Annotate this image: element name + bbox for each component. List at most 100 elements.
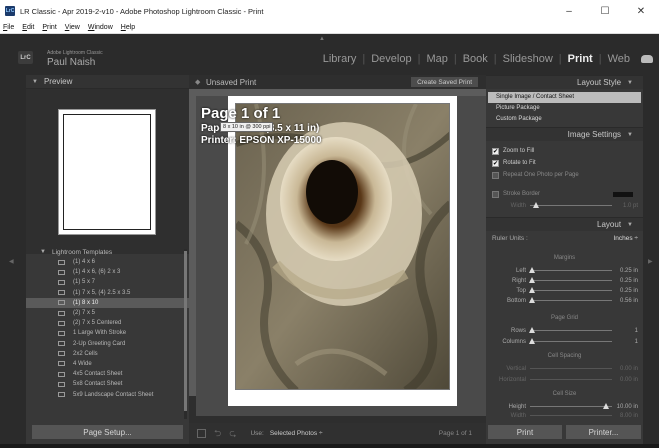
- slider-knob[interactable]: [528, 338, 535, 344]
- menu-view[interactable]: View: [65, 24, 80, 31]
- module-print[interactable]: Print: [562, 53, 599, 65]
- slider-knob[interactable]: [528, 327, 535, 333]
- stroke-border-checkbox[interactable]: Stroke Border: [492, 189, 540, 199]
- margin-right-slider[interactable]: Right 0.25 in: [492, 276, 638, 285]
- margin-left-slider[interactable]: Left 0.25 in: [492, 266, 638, 275]
- cell-height-slider[interactable]: Height 10.00 in: [492, 402, 638, 411]
- maximize-button[interactable]: ☐: [587, 0, 623, 22]
- menu-help[interactable]: Help: [121, 24, 135, 31]
- template-item[interactable]: 4x5 Contact Sheet: [26, 369, 189, 379]
- page-setup-button[interactable]: Page Setup...: [32, 425, 183, 439]
- slider-knob[interactable]: [603, 403, 610, 409]
- left-panel-toggle-strip[interactable]: ◀: [0, 75, 26, 444]
- stroke-color-swatch[interactable]: [613, 192, 633, 197]
- template-label: 1 Large With Stroke: [73, 330, 127, 337]
- template-item[interactable]: (1) 4 x 6: [26, 257, 189, 267]
- minimize-button[interactable]: –: [551, 0, 587, 22]
- menu-file[interactable]: File: [3, 24, 14, 31]
- collapse-left-panel-icon[interactable]: ◀: [9, 258, 14, 265]
- collapse-right-panel-icon[interactable]: ▶: [648, 258, 653, 265]
- slider-track[interactable]: [530, 403, 612, 409]
- module-develop[interactable]: Develop: [365, 53, 417, 65]
- slider-knob[interactable]: [533, 202, 540, 208]
- ruler-units-dropdown[interactable]: Inches ÷: [613, 235, 638, 245]
- repeat-one-photo-checkbox[interactable]: Repeat One Photo per Page: [492, 170, 579, 180]
- first-page-button[interactable]: [197, 429, 206, 438]
- horizontal-spacing-slider[interactable]: Horizontal 0.00 in: [492, 375, 638, 384]
- template-item[interactable]: 5x9 Landscape Contact Sheet: [26, 389, 189, 399]
- print-button[interactable]: Print: [488, 425, 562, 439]
- rows-slider[interactable]: Rows 1: [492, 326, 638, 335]
- template-icon: [58, 392, 65, 398]
- image-settings-header[interactable]: Image Settings ▼: [486, 127, 643, 141]
- slider-track[interactable]: [530, 415, 612, 416]
- template-item[interactable]: (1) 4 x 6, (6) 2 x 3: [26, 267, 189, 277]
- module-map[interactable]: Map: [420, 53, 453, 65]
- template-item[interactable]: 2x2 Cells: [26, 349, 189, 359]
- preview-panel-header[interactable]: ▼ Preview: [26, 75, 189, 89]
- zoom-to-fill-checkbox[interactable]: ✔ Zoom to Fill: [492, 146, 534, 156]
- slider-track[interactable]: [530, 202, 612, 208]
- module-library[interactable]: Library: [317, 53, 363, 65]
- margin-bottom-slider[interactable]: Bottom 0.56 in: [492, 296, 638, 305]
- template-item[interactable]: (2) 7 x 5: [26, 308, 189, 318]
- collapse-top-panel-icon[interactable]: ▲: [319, 36, 325, 42]
- printer-button[interactable]: Printer...: [566, 425, 641, 439]
- stroke-width-slider[interactable]: Width 1.0 pt: [492, 201, 638, 210]
- close-button[interactable]: ✕: [623, 0, 659, 22]
- cell-width-slider[interactable]: Width 8.00 in: [492, 411, 638, 420]
- slider-track[interactable]: [528, 287, 612, 293]
- lightroom-app-icon: LrC: [5, 6, 15, 16]
- print-header: ◆ Unsaved Print Create Saved Print: [189, 75, 486, 89]
- cloud-sync-icon[interactable]: [641, 55, 653, 63]
- menu-edit[interactable]: Edit: [22, 24, 34, 31]
- vertical-value: 0.00 in: [619, 365, 638, 372]
- template-item[interactable]: 4 Wide: [26, 359, 189, 369]
- vertical-spacing-slider[interactable]: Vertical 0.00 in: [492, 364, 638, 373]
- template-item[interactable]: (2) 7 x 5 Centered: [26, 318, 189, 328]
- slider-track[interactable]: [530, 379, 612, 380]
- menu-window[interactable]: Window: [88, 24, 113, 31]
- menu-print[interactable]: Print: [42, 24, 56, 31]
- module-web[interactable]: Web: [602, 53, 636, 65]
- slider-knob[interactable]: [528, 297, 535, 303]
- rotate-to-fit-checkbox[interactable]: ✔ Rotate to Fit: [492, 158, 536, 168]
- slider-knob[interactable]: [528, 267, 535, 273]
- slider-track[interactable]: [530, 368, 612, 369]
- slider-track[interactable]: [528, 327, 612, 333]
- use-photos-dropdown[interactable]: Selected Photos ÷: [270, 430, 323, 437]
- template-scrollbar-thumb[interactable]: [184, 251, 187, 411]
- slider-track[interactable]: [528, 267, 612, 273]
- template-item[interactable]: 1 Large With Stroke: [26, 328, 189, 338]
- template-browser: ▼ Lightroom Templates (1) 4 x 6 (1) 4 x 6…: [26, 247, 189, 400]
- slider-knob[interactable]: [528, 287, 535, 293]
- module-book[interactable]: Book: [457, 53, 494, 65]
- next-page-icon[interactable]: ⮎: [229, 426, 236, 442]
- create-saved-print-button[interactable]: Create Saved Print: [411, 77, 478, 87]
- module-list: Library | Develop | Map | Book | Slideshow | Print…: [317, 53, 653, 65]
- right-panel-toggle-strip[interactable]: ▶: [643, 75, 659, 444]
- slider-track[interactable]: [528, 338, 612, 344]
- template-item[interactable]: 5x8 Contact Sheet: [26, 379, 189, 389]
- margin-top-slider[interactable]: Top 0.25 in: [492, 286, 638, 295]
- collapse-triangle-icon: ▼: [627, 79, 633, 86]
- print-photo[interactable]: [235, 103, 450, 390]
- previous-page-icon[interactable]: ⮌: [214, 426, 221, 442]
- slider-track[interactable]: [528, 277, 612, 283]
- template-item[interactable]: (1) 5 x 7: [26, 277, 189, 287]
- template-item[interactable]: (1) 7 x 5, (4) 2.5 x 3.5: [26, 288, 189, 298]
- layout-style-item[interactable]: Single Image / Contact Sheet: [488, 92, 641, 103]
- layout-style-item[interactable]: Picture Package: [488, 103, 641, 114]
- template-item[interactable]: (1) 8 x 10: [26, 297, 189, 308]
- columns-slider[interactable]: Columns 1: [492, 337, 638, 346]
- layout-style-item[interactable]: Custom Package: [488, 113, 641, 124]
- template-folder-lightroom[interactable]: ▼ Lightroom Templates: [26, 247, 189, 257]
- template-item[interactable]: 2-Up Greeting Card: [26, 339, 189, 349]
- layout-header[interactable]: Layout ▼: [486, 217, 643, 231]
- module-slideshow[interactable]: Slideshow: [497, 53, 559, 65]
- slider-track[interactable]: [528, 297, 612, 303]
- slider-knob[interactable]: [528, 277, 535, 283]
- layout-style-header[interactable]: Layout Style ▼: [486, 75, 643, 89]
- rows-value: 1: [634, 327, 638, 334]
- template-icon: [58, 361, 65, 367]
